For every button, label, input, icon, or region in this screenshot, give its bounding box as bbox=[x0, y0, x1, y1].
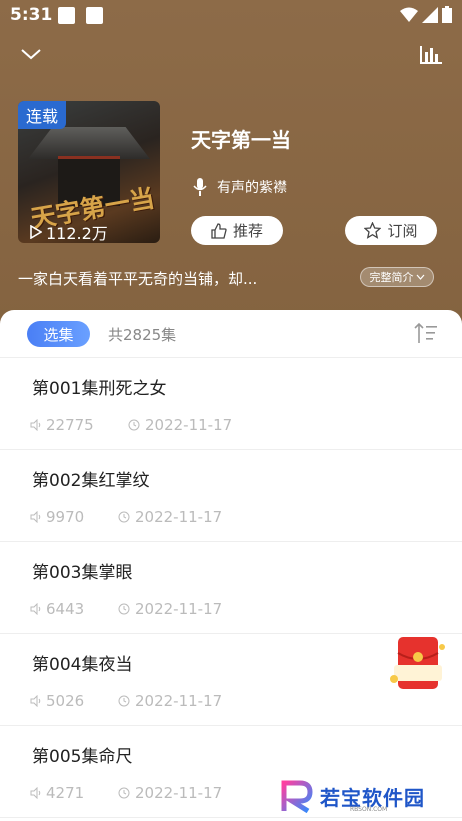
full-summary-button[interactable]: 完整简介 bbox=[360, 267, 434, 287]
subscribe-label: 订阅 bbox=[387, 222, 418, 240]
bars-icon[interactable] bbox=[420, 44, 442, 64]
episode-date-value: 2022-11-17 bbox=[145, 416, 233, 434]
chevron-down-icon[interactable] bbox=[20, 46, 42, 62]
wifi-icon bbox=[400, 7, 418, 22]
notification-icon bbox=[86, 7, 103, 24]
tab-episodes[interactable]: 选集 bbox=[27, 321, 90, 347]
episode-date-value: 2022-11-17 bbox=[135, 508, 223, 526]
episode-title: 第002集红掌纹 bbox=[32, 471, 150, 491]
status-icons bbox=[400, 6, 452, 23]
speaker-icon bbox=[30, 787, 41, 799]
clock-icon bbox=[118, 787, 130, 799]
episode-plays-value: 9970 bbox=[46, 508, 85, 526]
episode-meta: 4271 2022-11-17 bbox=[30, 784, 222, 802]
episode-date: 2022-11-17 bbox=[118, 784, 222, 802]
episode-date: 2022-11-17 bbox=[118, 600, 222, 618]
episode-date-value: 2022-11-17 bbox=[135, 600, 223, 618]
episode-plays: 5026 bbox=[30, 692, 118, 710]
battery-icon bbox=[442, 6, 452, 23]
episode-plays: 4271 bbox=[30, 784, 118, 802]
book-title: 天字第一当 bbox=[191, 128, 291, 152]
serial-tag: 连载 bbox=[18, 101, 67, 129]
watermark: 若宝软件园 RBSON.COM bbox=[280, 778, 450, 814]
subscribe-button[interactable]: 订阅 bbox=[345, 216, 437, 245]
speaker-icon bbox=[30, 603, 41, 615]
episode-title: 第003集掌眼 bbox=[32, 563, 133, 583]
watermark-sub: RBSON.COM bbox=[350, 806, 388, 813]
episode-title: 第005集命尺 bbox=[32, 747, 133, 767]
author[interactable]: 有声的紫襟 bbox=[193, 177, 287, 197]
recommend-button[interactable]: 推荐 bbox=[191, 216, 283, 245]
episode-title: 第004集夜当 bbox=[32, 655, 133, 675]
author-name: 有声的紫襟 bbox=[217, 180, 287, 196]
episode-plays-value: 6443 bbox=[46, 600, 85, 618]
episode-item[interactable]: 第001集刑死之女 22775 2022-11-17 bbox=[0, 358, 462, 450]
clock-icon bbox=[118, 603, 130, 615]
full-summary-label: 完整简介 bbox=[369, 271, 414, 284]
notification-icon bbox=[58, 7, 75, 24]
episode-list-header: 选集 共2825集 bbox=[0, 310, 462, 358]
episode-plays: 22775 bbox=[30, 416, 128, 434]
episode-plays-value: 4271 bbox=[46, 784, 85, 802]
red-packet-icon bbox=[390, 637, 445, 689]
episode-title: 第001集刑死之女 bbox=[32, 379, 167, 399]
clock-icon bbox=[118, 695, 130, 707]
speaker-icon bbox=[30, 695, 41, 707]
episode-meta: 22775 2022-11-17 bbox=[30, 416, 232, 434]
episode-panel: 选集 共2825集 第001集刑死之女 22775 2022-11-17 第00… bbox=[0, 310, 462, 821]
episode-meta: 6443 2022-11-17 bbox=[30, 600, 222, 618]
signal-icon bbox=[422, 6, 438, 23]
episode-date-value: 2022-11-17 bbox=[135, 784, 223, 802]
episode-meta: 9970 2022-11-17 bbox=[30, 508, 222, 526]
clock-icon bbox=[118, 511, 130, 523]
watermark-logo bbox=[281, 780, 313, 813]
episode-plays: 9970 bbox=[30, 508, 118, 526]
episode-plays-value: 5026 bbox=[46, 692, 85, 710]
episode-item[interactable]: 第003集掌眼 6443 2022-11-17 bbox=[0, 542, 462, 634]
episode-plays: 6443 bbox=[30, 600, 118, 618]
star-icon bbox=[364, 222, 382, 239]
episode-date: 2022-11-17 bbox=[118, 508, 222, 526]
episode-meta: 5026 2022-11-17 bbox=[30, 692, 222, 710]
book-summary: 一家白天看着平平无奇的当铺，却... bbox=[18, 270, 258, 288]
chevron-down-small-icon bbox=[416, 274, 424, 280]
episode-item[interactable]: 第002集红掌纹 9970 2022-11-17 bbox=[0, 450, 462, 542]
play-icon bbox=[30, 225, 42, 239]
thumbs-up-icon bbox=[211, 222, 227, 239]
sort-icon[interactable] bbox=[414, 322, 438, 344]
play-count: 112.2万 bbox=[30, 220, 108, 244]
status-bar: 5:31 bbox=[0, 0, 462, 32]
recommend-label: 推荐 bbox=[232, 222, 263, 240]
speaker-icon bbox=[30, 511, 41, 523]
status-time: 5:31 bbox=[10, 5, 53, 25]
episode-total: 共2825集 bbox=[108, 326, 177, 344]
clock-icon bbox=[128, 419, 140, 431]
play-count-value: 112.2万 bbox=[46, 224, 108, 243]
episode-date: 2022-11-17 bbox=[118, 692, 222, 710]
episode-date-value: 2022-11-17 bbox=[135, 692, 223, 710]
mic-icon bbox=[193, 178, 207, 196]
speaker-icon bbox=[30, 419, 41, 431]
red-packet-promo[interactable] bbox=[388, 635, 448, 691]
episode-date: 2022-11-17 bbox=[128, 416, 232, 434]
episode-plays-value: 22775 bbox=[46, 416, 94, 434]
